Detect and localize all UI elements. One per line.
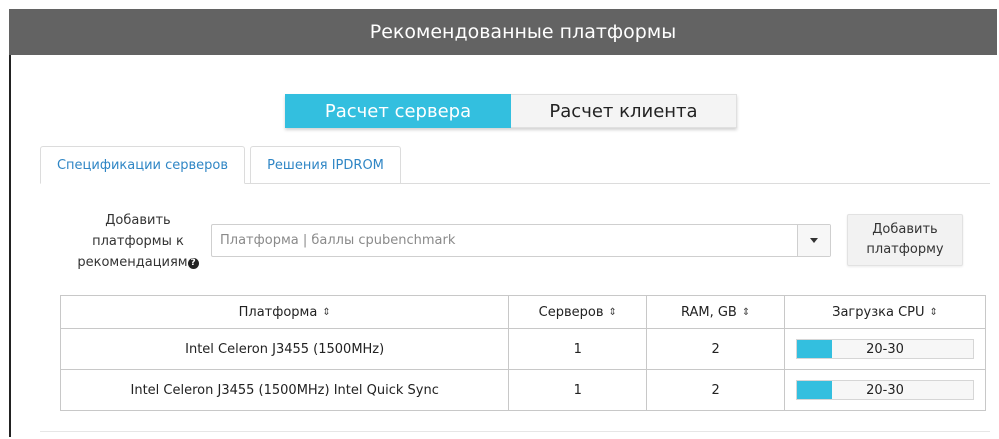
mode-switch: Расчет сервера Расчет клиента xyxy=(285,94,737,128)
tab-bar: Спецификации серверов Решения IPDROM xyxy=(40,146,990,184)
add-platform-button[interactable]: Добавить платформу xyxy=(847,214,963,266)
add-platform-label-line1: Добавить xyxy=(105,213,171,228)
cpu-load-bar: 20-30 xyxy=(796,339,974,359)
client-calc-button[interactable]: Расчет клиента xyxy=(511,94,737,128)
cpu-load-value: 20-30 xyxy=(866,341,904,357)
table-row[interactable]: Intel Celeron J3455 (1500MHz) Intel Quic… xyxy=(59,369,986,411)
chevron-down-icon xyxy=(810,238,818,243)
cell-servers: 1 xyxy=(508,328,648,370)
cpu-load-value: 20-30 xyxy=(866,382,904,398)
question-circle-icon[interactable]: ? xyxy=(187,258,199,269)
add-platform-label-line2: платформы к xyxy=(92,234,184,249)
cell-ram: 2 xyxy=(646,328,786,370)
add-platform-label-line3: рекомендациям xyxy=(77,255,188,270)
column-header-label: RAM, GB xyxy=(680,304,737,320)
sort-icon[interactable]: ⇕ xyxy=(322,307,330,318)
cell-cpu-load: 20-30 xyxy=(784,369,986,411)
server-calc-button[interactable]: Расчет сервера xyxy=(285,94,511,128)
panel-title: Рекомендованные платформы xyxy=(369,21,677,43)
column-header-servers[interactable]: Серверов ⇕ xyxy=(508,295,648,329)
cell-ram: 2 xyxy=(646,369,786,411)
table-header-row: Платформа ⇕ Серверов ⇕ RAM, GB ⇕ Загрузка C… xyxy=(59,295,986,329)
platform-select[interactable] xyxy=(211,224,831,257)
sort-icon[interactable]: ⇕ xyxy=(930,307,938,318)
divider xyxy=(40,431,990,432)
column-header-cpu-load[interactable]: Загрузка CPU ⇕ xyxy=(784,295,986,329)
column-header-platform[interactable]: Платформа ⇕ xyxy=(59,295,510,329)
table-row[interactable]: Intel Celeron J3455 (1500MHz) 1 2 20-30 xyxy=(59,328,986,370)
cell-cpu-load: 20-30 xyxy=(784,328,986,370)
platform-search-input[interactable] xyxy=(212,225,797,256)
add-platform-label: Добавить платформы к рекомендациям? xyxy=(68,210,208,273)
sort-icon[interactable]: ⇕ xyxy=(742,307,750,318)
dropdown-toggle[interactable] xyxy=(797,225,830,256)
cpu-load-bar: 20-30 xyxy=(796,380,974,400)
column-header-label: Платформа xyxy=(238,304,318,320)
column-header-label: Загрузка CPU xyxy=(832,304,925,320)
cell-platform: Intel Celeron J3455 (1500MHz) Intel Quic… xyxy=(59,369,510,411)
tab-ipdrom-solutions[interactable]: Решения IPDROM xyxy=(250,146,401,183)
column-header-ram[interactable]: RAM, GB ⇕ xyxy=(646,295,786,329)
sort-icon[interactable]: ⇕ xyxy=(609,307,617,318)
panel-header: Рекомендованные платформы xyxy=(9,9,997,55)
add-platform-button-line1: Добавить xyxy=(872,222,938,237)
tab-server-specs[interactable]: Спецификации серверов xyxy=(40,146,245,184)
column-header-label: Серверов xyxy=(538,304,604,320)
platforms-table: Платформа ⇕ Серверов ⇕ RAM, GB ⇕ Загрузка C… xyxy=(59,295,986,411)
cell-servers: 1 xyxy=(508,369,648,411)
cell-platform: Intel Celeron J3455 (1500MHz) xyxy=(59,328,510,370)
add-platform-button-line2: платформу xyxy=(866,242,944,257)
